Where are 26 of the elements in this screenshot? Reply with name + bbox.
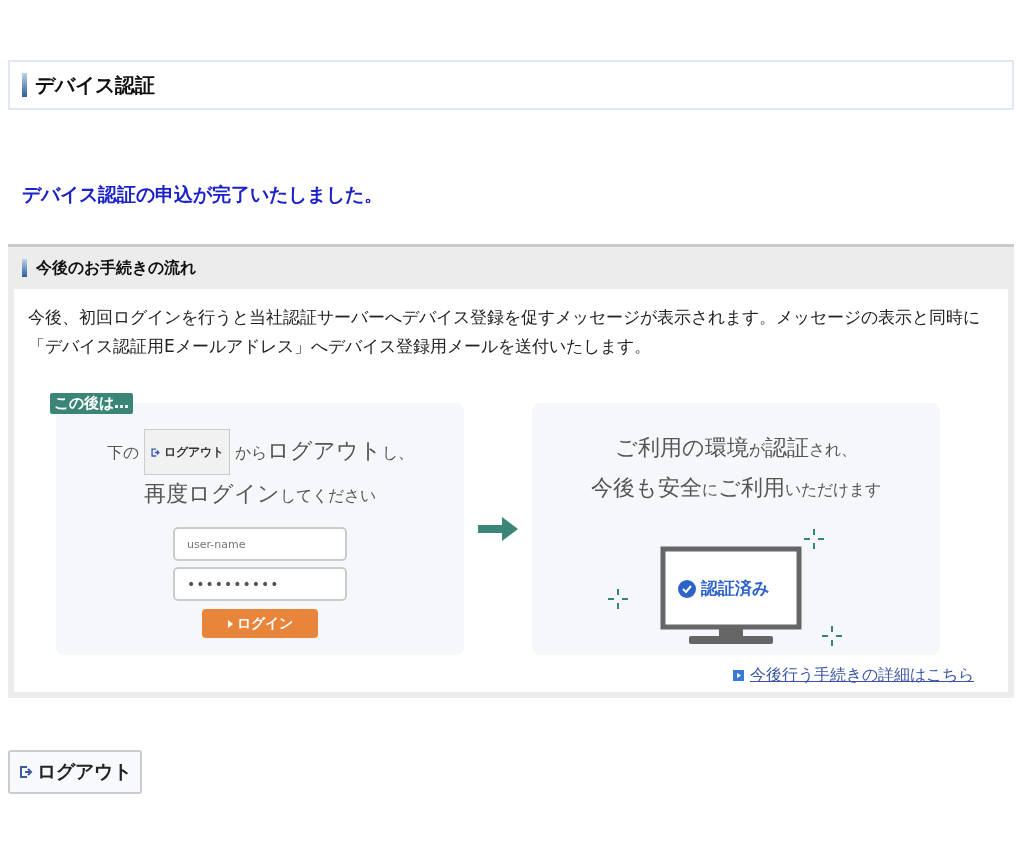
- description-text: 今後、初回ログインを行うと当社認証サーバーへデバイス登録を促すメッセージが表示されます。メッセージの表示と同時に「デバイス認証用Eメールアドレス」へデバイス登録用メールを送付いたします。: [28, 306, 981, 358]
- right-arrow-icon: [478, 517, 518, 541]
- page-title: デバイス認証: [35, 71, 155, 99]
- completion-message: デバイス認証の申込が完了いたしました。: [22, 182, 384, 207]
- verified-label: 認証済み: [701, 577, 769, 600]
- logout-button[interactable]: ログアウト: [8, 750, 142, 794]
- password-field[interactable]: ••••••••••: [173, 567, 347, 601]
- details-link[interactable]: 今後行う手続きの詳細はこちら: [750, 665, 974, 686]
- title-bar-marker: [22, 73, 27, 97]
- instruction-text: 下の ログアウト から ログアウト し、: [106, 429, 414, 475]
- play-icon: [733, 670, 744, 681]
- result-text: 今後も安全にご利用いただけます: [591, 474, 881, 502]
- sparkle-icon: [607, 588, 629, 610]
- logout-icon: [18, 764, 34, 780]
- sparkle-icon: [803, 529, 825, 550]
- step-badge: この後は…: [50, 393, 133, 414]
- logout-button-picture: ログアウト: [143, 429, 230, 475]
- logout-icon: [149, 446, 161, 458]
- result-text: ご利用の環境が認証され、: [615, 434, 857, 462]
- check-circle-icon: [678, 579, 696, 598]
- instruction-text: 再度ログイン してください: [144, 480, 376, 508]
- caret-icon: [227, 619, 233, 628]
- section-marker: [22, 259, 27, 277]
- username-field[interactable]: user-name: [173, 527, 347, 561]
- section-title: 今後のお手続きの流れ: [36, 257, 196, 279]
- sparkle-icon: [821, 625, 843, 647]
